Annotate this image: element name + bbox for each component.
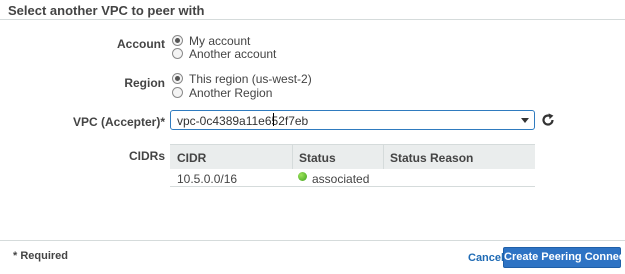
radio-icon[interactable]: [172, 48, 183, 59]
account-option-my-account[interactable]: My account: [172, 33, 251, 48]
create-peering-connection-button[interactable]: Create Peering Connection: [503, 247, 625, 268]
refresh-icon[interactable]: [540, 112, 556, 128]
title-divider: [0, 19, 625, 20]
cidr-table: CIDR Status Status Reason 10.5.0.0/16 as…: [170, 144, 535, 187]
cidrs-label: CIDRs: [128, 149, 165, 163]
status-cell: associated: [312, 172, 370, 186]
account-label: Account: [117, 37, 165, 51]
text-cursor: [273, 113, 274, 126]
table-row[interactable]: 10.5.0.0/16 associated: [170, 169, 535, 187]
region-option-label: This region (us-west-2): [189, 71, 312, 86]
region-option-another-region[interactable]: Another Region: [172, 85, 273, 100]
cancel-button[interactable]: Cancel: [468, 252, 504, 264]
column-divider: [292, 145, 293, 169]
section-title: Select another VPC to peer with: [8, 3, 205, 18]
region-option-label: Another Region: [189, 85, 273, 100]
column-divider: [383, 145, 384, 169]
footer-divider: [0, 240, 625, 241]
region-label: Region: [124, 76, 165, 90]
radio-icon[interactable]: [172, 87, 183, 98]
column-header-cidr[interactable]: CIDR: [177, 151, 206, 165]
chevron-down-icon[interactable]: [521, 118, 529, 123]
column-header-status[interactable]: Status: [299, 151, 336, 165]
vpc-accepter-combobox[interactable]: vpc-0c4389a11e652f7eb: [170, 110, 535, 130]
vpc-accepter-value: vpc-0c4389a11e652f7eb: [177, 114, 309, 128]
account-option-label: My account: [189, 33, 251, 48]
column-header-status-reason[interactable]: Status Reason: [390, 151, 473, 165]
status-ok-icon: [298, 172, 307, 181]
radio-selected-icon[interactable]: [172, 35, 183, 46]
radio-selected-icon[interactable]: [172, 73, 183, 84]
required-note: * Required: [13, 250, 69, 262]
vpc-accepter-label: VPC (Accepter)*: [72, 115, 165, 129]
cidr-cell: 10.5.0.0/16: [177, 172, 238, 186]
account-option-another-account[interactable]: Another account: [172, 46, 277, 61]
region-option-this-region[interactable]: This region (us-west-2): [172, 71, 312, 86]
table-header: CIDR Status Status Reason: [170, 144, 535, 169]
account-option-label: Another account: [189, 46, 277, 61]
